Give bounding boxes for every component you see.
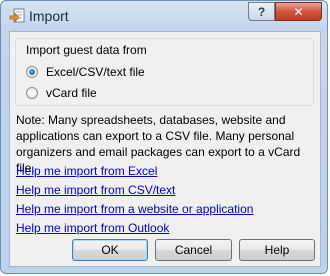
- radio-label: vCard file: [46, 86, 97, 100]
- radio-button-unselected[interactable]: [26, 87, 38, 99]
- cancel-button[interactable]: Cancel: [155, 239, 232, 261]
- link-import-csv-text[interactable]: Help me import from CSV/text: [16, 183, 175, 197]
- group-title: Import guest data from: [26, 43, 147, 57]
- title-bar[interactable]: Import ? ✕: [1, 1, 329, 31]
- link-import-website-application[interactable]: Help me import from a website or applica…: [16, 202, 253, 216]
- question-icon: ?: [257, 4, 266, 19]
- title-help-button[interactable]: ?: [248, 2, 275, 21]
- radio-button-selected[interactable]: [26, 66, 38, 78]
- import-dialog: Import ? ✕ Import guest data from Excel/…: [0, 0, 328, 274]
- radio-vcard[interactable]: vCard file: [26, 86, 97, 100]
- title-close-button[interactable]: ✕: [275, 2, 322, 21]
- link-import-outlook[interactable]: Help me import from Outlook: [16, 221, 169, 235]
- link-import-excel[interactable]: Help me import from Excel: [16, 164, 157, 178]
- import-source-group: Import guest data from Excel/CSV/text fi…: [15, 38, 314, 106]
- import-arrow-icon: [9, 8, 25, 24]
- radio-excel-csv-text[interactable]: Excel/CSV/text file: [26, 65, 145, 79]
- ok-button[interactable]: OK: [72, 239, 148, 261]
- close-icon: ✕: [293, 4, 304, 19]
- radio-label: Excel/CSV/text file: [46, 65, 145, 79]
- dialog-body: Import guest data from Excel/CSV/text fi…: [9, 31, 321, 267]
- help-button[interactable]: Help: [239, 239, 315, 261]
- window-title: Import: [29, 8, 69, 24]
